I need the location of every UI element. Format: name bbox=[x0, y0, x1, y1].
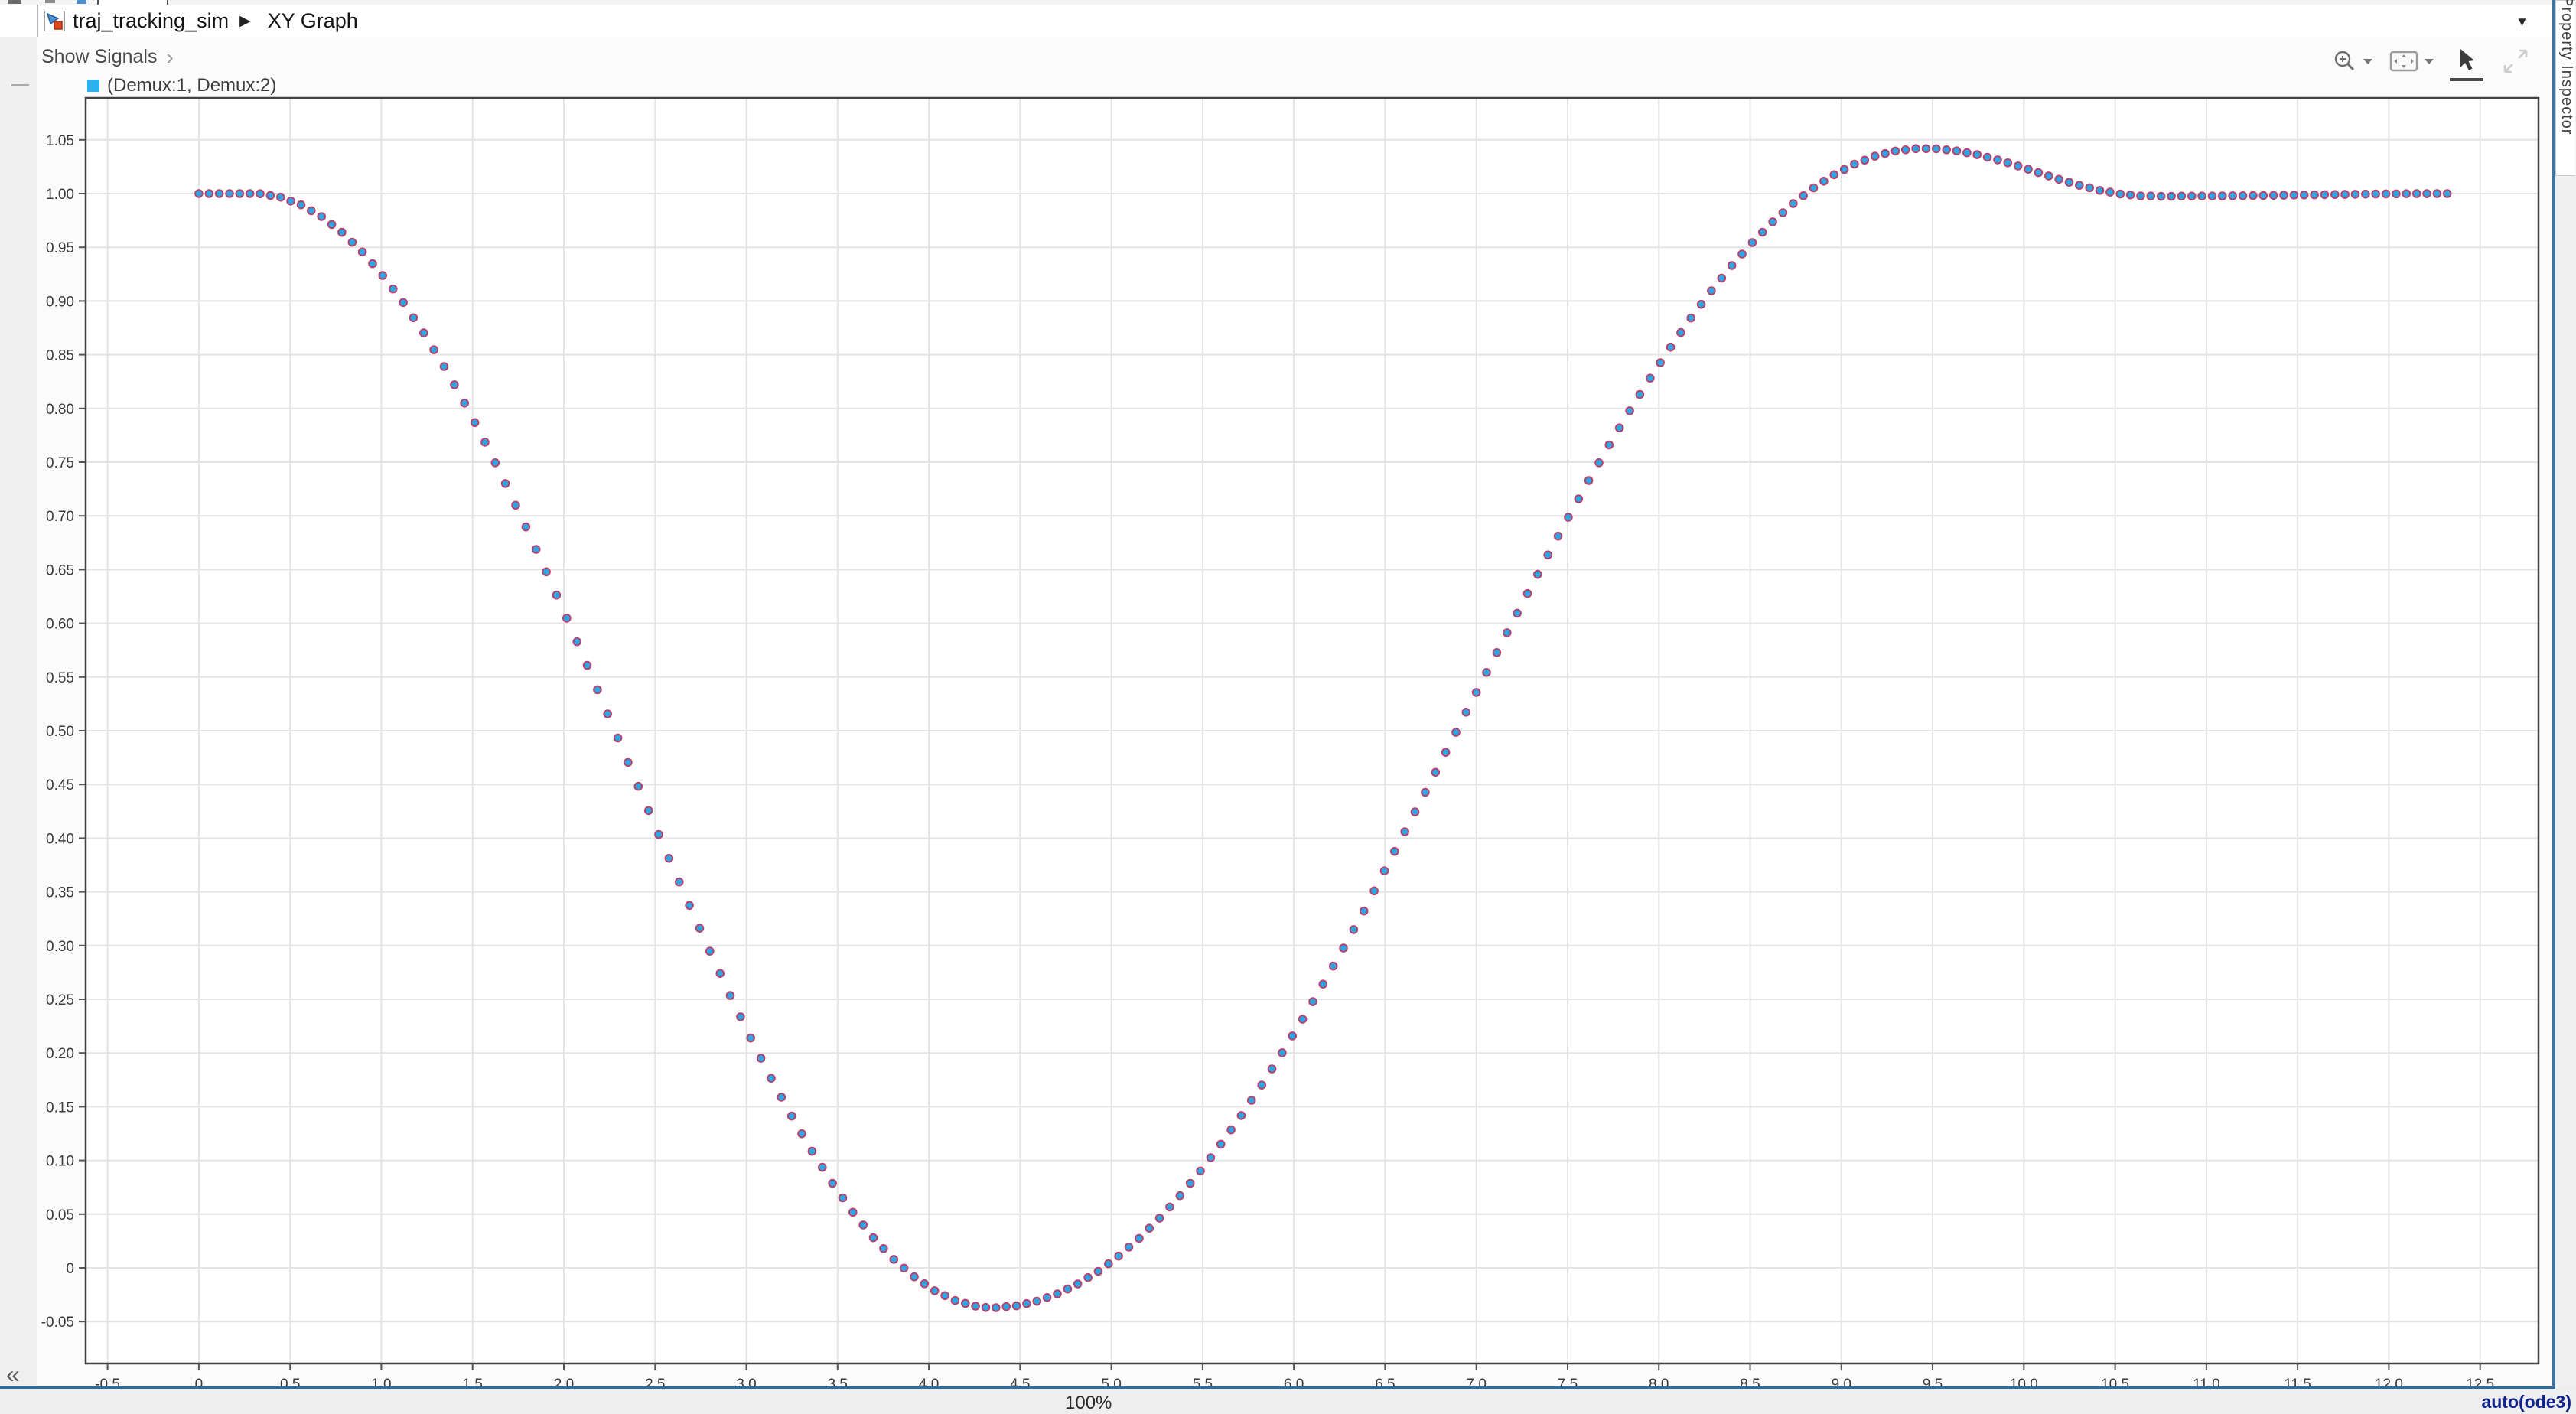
svg-text:0.70: 0.70 bbox=[46, 509, 74, 525]
pointer-selected-underline bbox=[2450, 78, 2483, 81]
maximize-button[interactable] bbox=[2502, 47, 2529, 75]
svg-text:9.0: 9.0 bbox=[1832, 1377, 1851, 1386]
svg-text:0.55: 0.55 bbox=[46, 670, 74, 686]
solver-indicator: auto(ode3) bbox=[2481, 1392, 2571, 1412]
svg-text:0.5: 0.5 bbox=[280, 1377, 300, 1386]
svg-text:2.5: 2.5 bbox=[645, 1377, 665, 1386]
svg-text:-0.05: -0.05 bbox=[41, 1315, 74, 1331]
svg-text:0.35: 0.35 bbox=[46, 885, 74, 901]
svg-text:0.50: 0.50 bbox=[46, 724, 74, 740]
left-gutter: « bbox=[0, 37, 37, 1386]
pointer-tool-icon bbox=[2454, 47, 2479, 75]
svg-text:0: 0 bbox=[195, 1377, 204, 1386]
legend-label: (Demux:1, Demux:2) bbox=[107, 75, 276, 96]
breadcrumb-block[interactable]: XY Graph bbox=[268, 9, 358, 33]
show-signals-label: Show Signals bbox=[41, 46, 157, 68]
svg-text:4.5: 4.5 bbox=[1010, 1377, 1030, 1386]
svg-text:0.95: 0.95 bbox=[46, 240, 74, 256]
svg-text:3.0: 3.0 bbox=[736, 1377, 756, 1386]
legend-swatch bbox=[87, 80, 99, 92]
property-inspector-tab-label: Property Inspector bbox=[2558, 0, 2575, 135]
fit-dropdown-caret[interactable] bbox=[2424, 58, 2434, 65]
svg-text:6.0: 6.0 bbox=[1284, 1377, 1304, 1386]
svg-text:8.5: 8.5 bbox=[1740, 1377, 1760, 1386]
svg-text:0.25: 0.25 bbox=[46, 992, 74, 1008]
zoom-in-icon bbox=[2332, 48, 2358, 74]
simulink-model-icon bbox=[44, 11, 65, 31]
model-icon-fragment bbox=[77, 0, 86, 4]
breadcrumb: traj_tracking_sim ▶ XY Graph ▼ bbox=[37, 5, 2553, 37]
forward-arrow-fragment bbox=[45, 0, 55, 3]
breadcrumb-history-caret[interactable]: ▼ bbox=[2516, 15, 2529, 30]
svg-text:0.75: 0.75 bbox=[46, 455, 74, 471]
svg-text:0.40: 0.40 bbox=[46, 831, 74, 847]
svg-text:0.90: 0.90 bbox=[46, 294, 74, 310]
svg-text:1.05: 1.05 bbox=[46, 133, 74, 149]
svg-text:0.60: 0.60 bbox=[46, 617, 74, 633]
svg-text:0.80: 0.80 bbox=[46, 402, 74, 418]
svg-text:1.5: 1.5 bbox=[462, 1377, 482, 1386]
svg-text:6.5: 6.5 bbox=[1375, 1377, 1395, 1386]
svg-text:7.5: 7.5 bbox=[1558, 1377, 1578, 1386]
svg-text:9.5: 9.5 bbox=[1923, 1377, 1943, 1386]
right-panel-strip: Property Inspector bbox=[2555, 0, 2576, 1386]
svg-text:12.5: 12.5 bbox=[2466, 1377, 2494, 1386]
svg-text:1.00: 1.00 bbox=[46, 187, 74, 203]
svg-text:7.0: 7.0 bbox=[1466, 1377, 1486, 1386]
graph-canvas: -0.5 0 0.5 1.0 1.5 2.0 2.5 3.0 3.5 4.0 4.5 5.0 5.5 6.… bbox=[37, 37, 2552, 1386]
svg-text:0.10: 0.10 bbox=[46, 1154, 74, 1170]
status-bar-accent-border bbox=[0, 1386, 2555, 1389]
svg-text:2.0: 2.0 bbox=[554, 1377, 574, 1386]
svg-text:8.0: 8.0 bbox=[1649, 1377, 1669, 1386]
zoom-dropdown-caret[interactable] bbox=[2363, 58, 2373, 65]
fit-to-view-button[interactable] bbox=[2389, 48, 2434, 74]
zoom-button[interactable] bbox=[2332, 48, 2373, 74]
svg-text:10.5: 10.5 bbox=[2101, 1377, 2129, 1386]
breadcrumb-model[interactable]: traj_tracking_sim bbox=[73, 9, 229, 33]
svg-text:4.0: 4.0 bbox=[919, 1377, 939, 1386]
svg-text:0.20: 0.20 bbox=[46, 1046, 74, 1062]
plot-toolbar bbox=[2332, 44, 2529, 78]
back-arrow-fragment bbox=[8, 0, 21, 4]
svg-text:12.0: 12.0 bbox=[2375, 1377, 2403, 1386]
fit-to-view-icon bbox=[2389, 48, 2419, 74]
breadcrumb-separator: ▶ bbox=[239, 12, 251, 30]
svg-text:0.45: 0.45 bbox=[46, 777, 74, 793]
property-inspector-tab[interactable]: Property Inspector bbox=[2555, 0, 2575, 176]
svg-text:10.0: 10.0 bbox=[2010, 1377, 2038, 1386]
pointer-tool-button[interactable] bbox=[2454, 47, 2479, 75]
svg-text:11.0: 11.0 bbox=[2193, 1377, 2220, 1386]
collapse-panel-button[interactable]: « bbox=[6, 1360, 20, 1389]
svg-text:0.05: 0.05 bbox=[46, 1207, 74, 1223]
svg-text:0.65: 0.65 bbox=[46, 562, 74, 578]
svg-text:5.0: 5.0 bbox=[1101, 1377, 1121, 1386]
legend: (Demux:1, Demux:2) bbox=[87, 75, 276, 96]
plot-surface[interactable]: -0.5 0 0.5 1.0 1.5 2.0 2.5 3.0 3.5 4.0 4.5 5.0 5.5 6.… bbox=[37, 37, 2552, 1386]
svg-text:-0.5: -0.5 bbox=[95, 1377, 120, 1386]
svg-text:0: 0 bbox=[66, 1261, 74, 1277]
svg-text:11.5: 11.5 bbox=[2284, 1377, 2311, 1386]
gutter-divider bbox=[11, 84, 29, 86]
simulink-xy-graph-window: { "breadcrumb": { "model": "traj_trackin… bbox=[0, 0, 2576, 1414]
chevron-right-icon: › bbox=[166, 48, 173, 67]
show-signals-link[interactable]: Show Signals › bbox=[41, 46, 174, 68]
status-bar: 100% auto(ode3) bbox=[0, 1386, 2576, 1414]
svg-text:0.30: 0.30 bbox=[46, 939, 74, 955]
zoom-level-indicator: 100% bbox=[1065, 1393, 1112, 1414]
maximize-icon bbox=[2502, 47, 2529, 75]
svg-text:5.5: 5.5 bbox=[1193, 1377, 1213, 1386]
breadcrumb-bar: traj_tracking_sim ▶ XY Graph ▼ bbox=[0, 5, 2552, 37]
svg-text:1.0: 1.0 bbox=[371, 1377, 391, 1386]
svg-text:0.85: 0.85 bbox=[46, 348, 74, 364]
svg-text:3.5: 3.5 bbox=[828, 1377, 848, 1386]
svg-text:0.15: 0.15 bbox=[46, 1100, 74, 1116]
